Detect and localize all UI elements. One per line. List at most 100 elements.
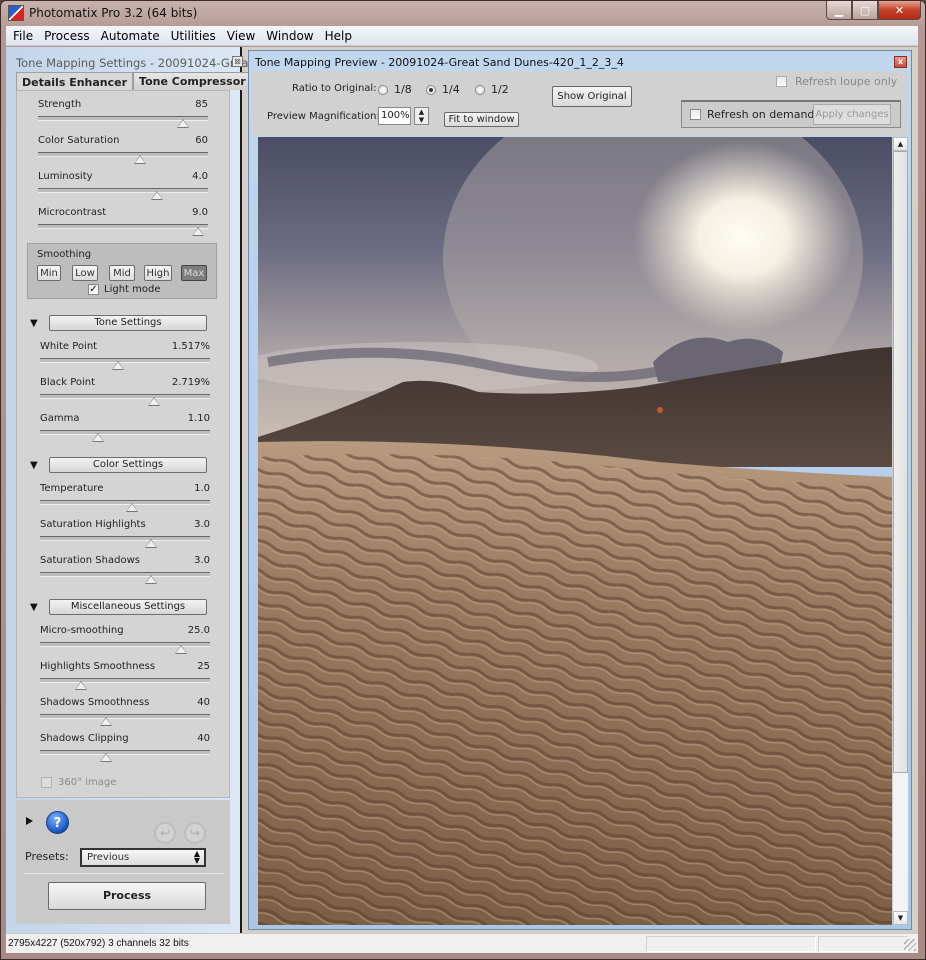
slider-group: Saturation Highlights 3.0 — [40, 519, 210, 553]
minimize-button[interactable]: ▁ — [826, 1, 852, 20]
preview-image[interactable] — [258, 137, 892, 925]
resize-grip-icon[interactable] — [904, 939, 916, 951]
help-button[interactable]: ? — [46, 811, 69, 834]
preview-panel-close-button[interactable]: x — [894, 56, 907, 68]
slider-track[interactable] — [40, 678, 210, 683]
scroll-up-arrow-icon[interactable]: ▲ — [893, 137, 908, 151]
magnification-label: Preview Magnification: — [267, 111, 380, 122]
refresh-demand-checkbox[interactable] — [690, 109, 701, 120]
ratio-label: Ratio to Original: — [292, 83, 377, 94]
redo-button[interactable]: ↪ — [184, 822, 206, 844]
ratio-option-1-8[interactable]: 1/8 — [378, 83, 412, 96]
ratio-option-1-2[interactable]: 1/2 — [475, 83, 509, 96]
settings-panel-title: Tone Mapping Settings - 20091024-Great .… — [16, 56, 268, 70]
process-button[interactable]: Process — [48, 882, 206, 910]
slider-track[interactable] — [38, 152, 208, 157]
expand-triangle-icon[interactable]: ▼ — [30, 318, 38, 329]
magnification-spinner[interactable]: ▲ ▼ — [414, 107, 429, 125]
scroll-down-arrow-icon[interactable]: ▼ — [893, 911, 908, 925]
smoothing-mid-button[interactable]: Mid — [109, 265, 135, 281]
menu-utilities[interactable]: Utilities — [164, 29, 220, 43]
redo-icon: ↪ — [189, 826, 201, 840]
maximize-button[interactable]: ▢ — [852, 1, 878, 20]
slider-thumb[interactable] — [100, 753, 113, 762]
tab-tone-compressor[interactable]: Tone Compressor — [133, 72, 252, 90]
expand-arrow-icon[interactable] — [26, 817, 33, 825]
slider-track[interactable] — [40, 714, 210, 719]
tab-details-enhancer[interactable]: Details Enhancer — [16, 72, 134, 91]
menu-automate[interactable]: Automate — [94, 29, 164, 43]
title-bar[interactable]: Photomatix Pro 3.2 (64 bits) — [1, 1, 925, 27]
slider-track[interactable] — [38, 224, 208, 229]
slider-label: Micro-smoothing — [40, 625, 124, 636]
apply-changes-button[interactable]: Apply changes — [813, 104, 891, 125]
smoothing-high-button[interactable]: High — [144, 265, 172, 281]
close-icon: x — [897, 57, 904, 66]
slider-thumb[interactable] — [175, 645, 188, 654]
slider-thumb[interactable] — [147, 397, 160, 406]
slider-track[interactable] — [40, 430, 210, 435]
menu-bar: File Process Automate Utilities View Window He… — [6, 26, 918, 46]
slider-group: Strength 85 — [38, 99, 208, 133]
slider-thumb[interactable] — [144, 539, 157, 548]
spin-up-icon[interactable]: ▲ — [419, 108, 424, 116]
slider-value: 3.0 — [194, 555, 210, 566]
smoothing-max-button[interactable]: Max — [181, 265, 207, 281]
smoothing-min-button[interactable]: Min — [37, 265, 61, 281]
light-mode-checkbox[interactable]: ✓ — [88, 284, 99, 295]
close-button[interactable]: ✕ — [878, 1, 921, 20]
menu-file[interactable]: File — [6, 29, 37, 43]
photomatix-app-icon — [8, 5, 24, 21]
show-original-button[interactable]: Show Original — [552, 86, 632, 107]
fit-to-window-button[interactable]: Fit to window — [444, 112, 519, 127]
slider-thumb[interactable] — [176, 119, 189, 128]
menu-view[interactable]: View — [220, 29, 259, 43]
slider-label: Color Saturation — [38, 135, 120, 146]
light-mode-option: ✓ Light mode — [88, 284, 161, 295]
radio-button-selected[interactable] — [426, 84, 436, 95]
slider-track[interactable] — [40, 572, 210, 577]
ratio-option-1-4[interactable]: 1/4 — [426, 83, 460, 96]
menu-process[interactable]: Process — [37, 29, 94, 43]
refresh-loupe-checkbox[interactable] — [776, 76, 787, 87]
scrollbar-thumb[interactable] — [893, 151, 908, 773]
menu-window[interactable]: Window — [259, 29, 317, 43]
settings-panel-close-button[interactable]: ⊠ — [232, 56, 243, 67]
undo-icon: ↩ — [159, 826, 171, 840]
magnification-input[interactable]: 100% — [378, 107, 411, 125]
slider-track[interactable] — [40, 394, 210, 399]
preview-vertical-scrollbar[interactable]: ▲ ▼ — [892, 137, 908, 925]
slider-thumb[interactable] — [151, 191, 163, 200]
spin-down-icon[interactable]: ▼ — [419, 116, 424, 124]
slider-value: 40 — [197, 733, 210, 744]
undo-button[interactable]: ↩ — [154, 822, 176, 844]
slider-label: Black Point — [40, 377, 96, 388]
expand-triangle-icon[interactable]: ▼ — [30, 602, 38, 613]
slider-thumb[interactable] — [134, 155, 146, 164]
slider-group: Shadows Clipping 40 — [40, 733, 210, 767]
radio-button[interactable] — [475, 84, 485, 95]
presets-select[interactable]: Previous ▲ ▼ — [80, 848, 206, 867]
help-icon: ? — [53, 816, 62, 831]
slider-thumb[interactable] — [112, 361, 125, 370]
tone-settings-button[interactable]: Tone Settings — [49, 315, 207, 331]
slider-thumb[interactable] — [74, 681, 87, 690]
slider-track[interactable] — [40, 750, 210, 755]
slider-thumb[interactable] — [91, 433, 104, 442]
slider-thumb[interactable] — [100, 717, 113, 726]
slider-track[interactable] — [40, 536, 210, 541]
expand-triangle-icon[interactable]: ▼ — [30, 460, 38, 471]
color-settings-button[interactable]: Color Settings — [49, 457, 207, 473]
radio-button[interactable] — [378, 84, 388, 95]
refresh-demand-option: Refresh on demand: — [690, 108, 818, 121]
status-pane — [646, 936, 816, 952]
slider-thumb[interactable] — [191, 227, 204, 236]
slider-track[interactable] — [40, 358, 210, 363]
slider-thumb[interactable] — [144, 575, 157, 584]
menu-help[interactable]: Help — [318, 29, 356, 43]
slider-thumb[interactable] — [125, 503, 138, 512]
image-360-checkbox[interactable] — [41, 777, 52, 788]
smoothing-low-button[interactable]: Low — [72, 265, 98, 281]
slider-track[interactable] — [38, 188, 208, 193]
misc-settings-button[interactable]: Miscellaneous Settings — [49, 599, 207, 615]
